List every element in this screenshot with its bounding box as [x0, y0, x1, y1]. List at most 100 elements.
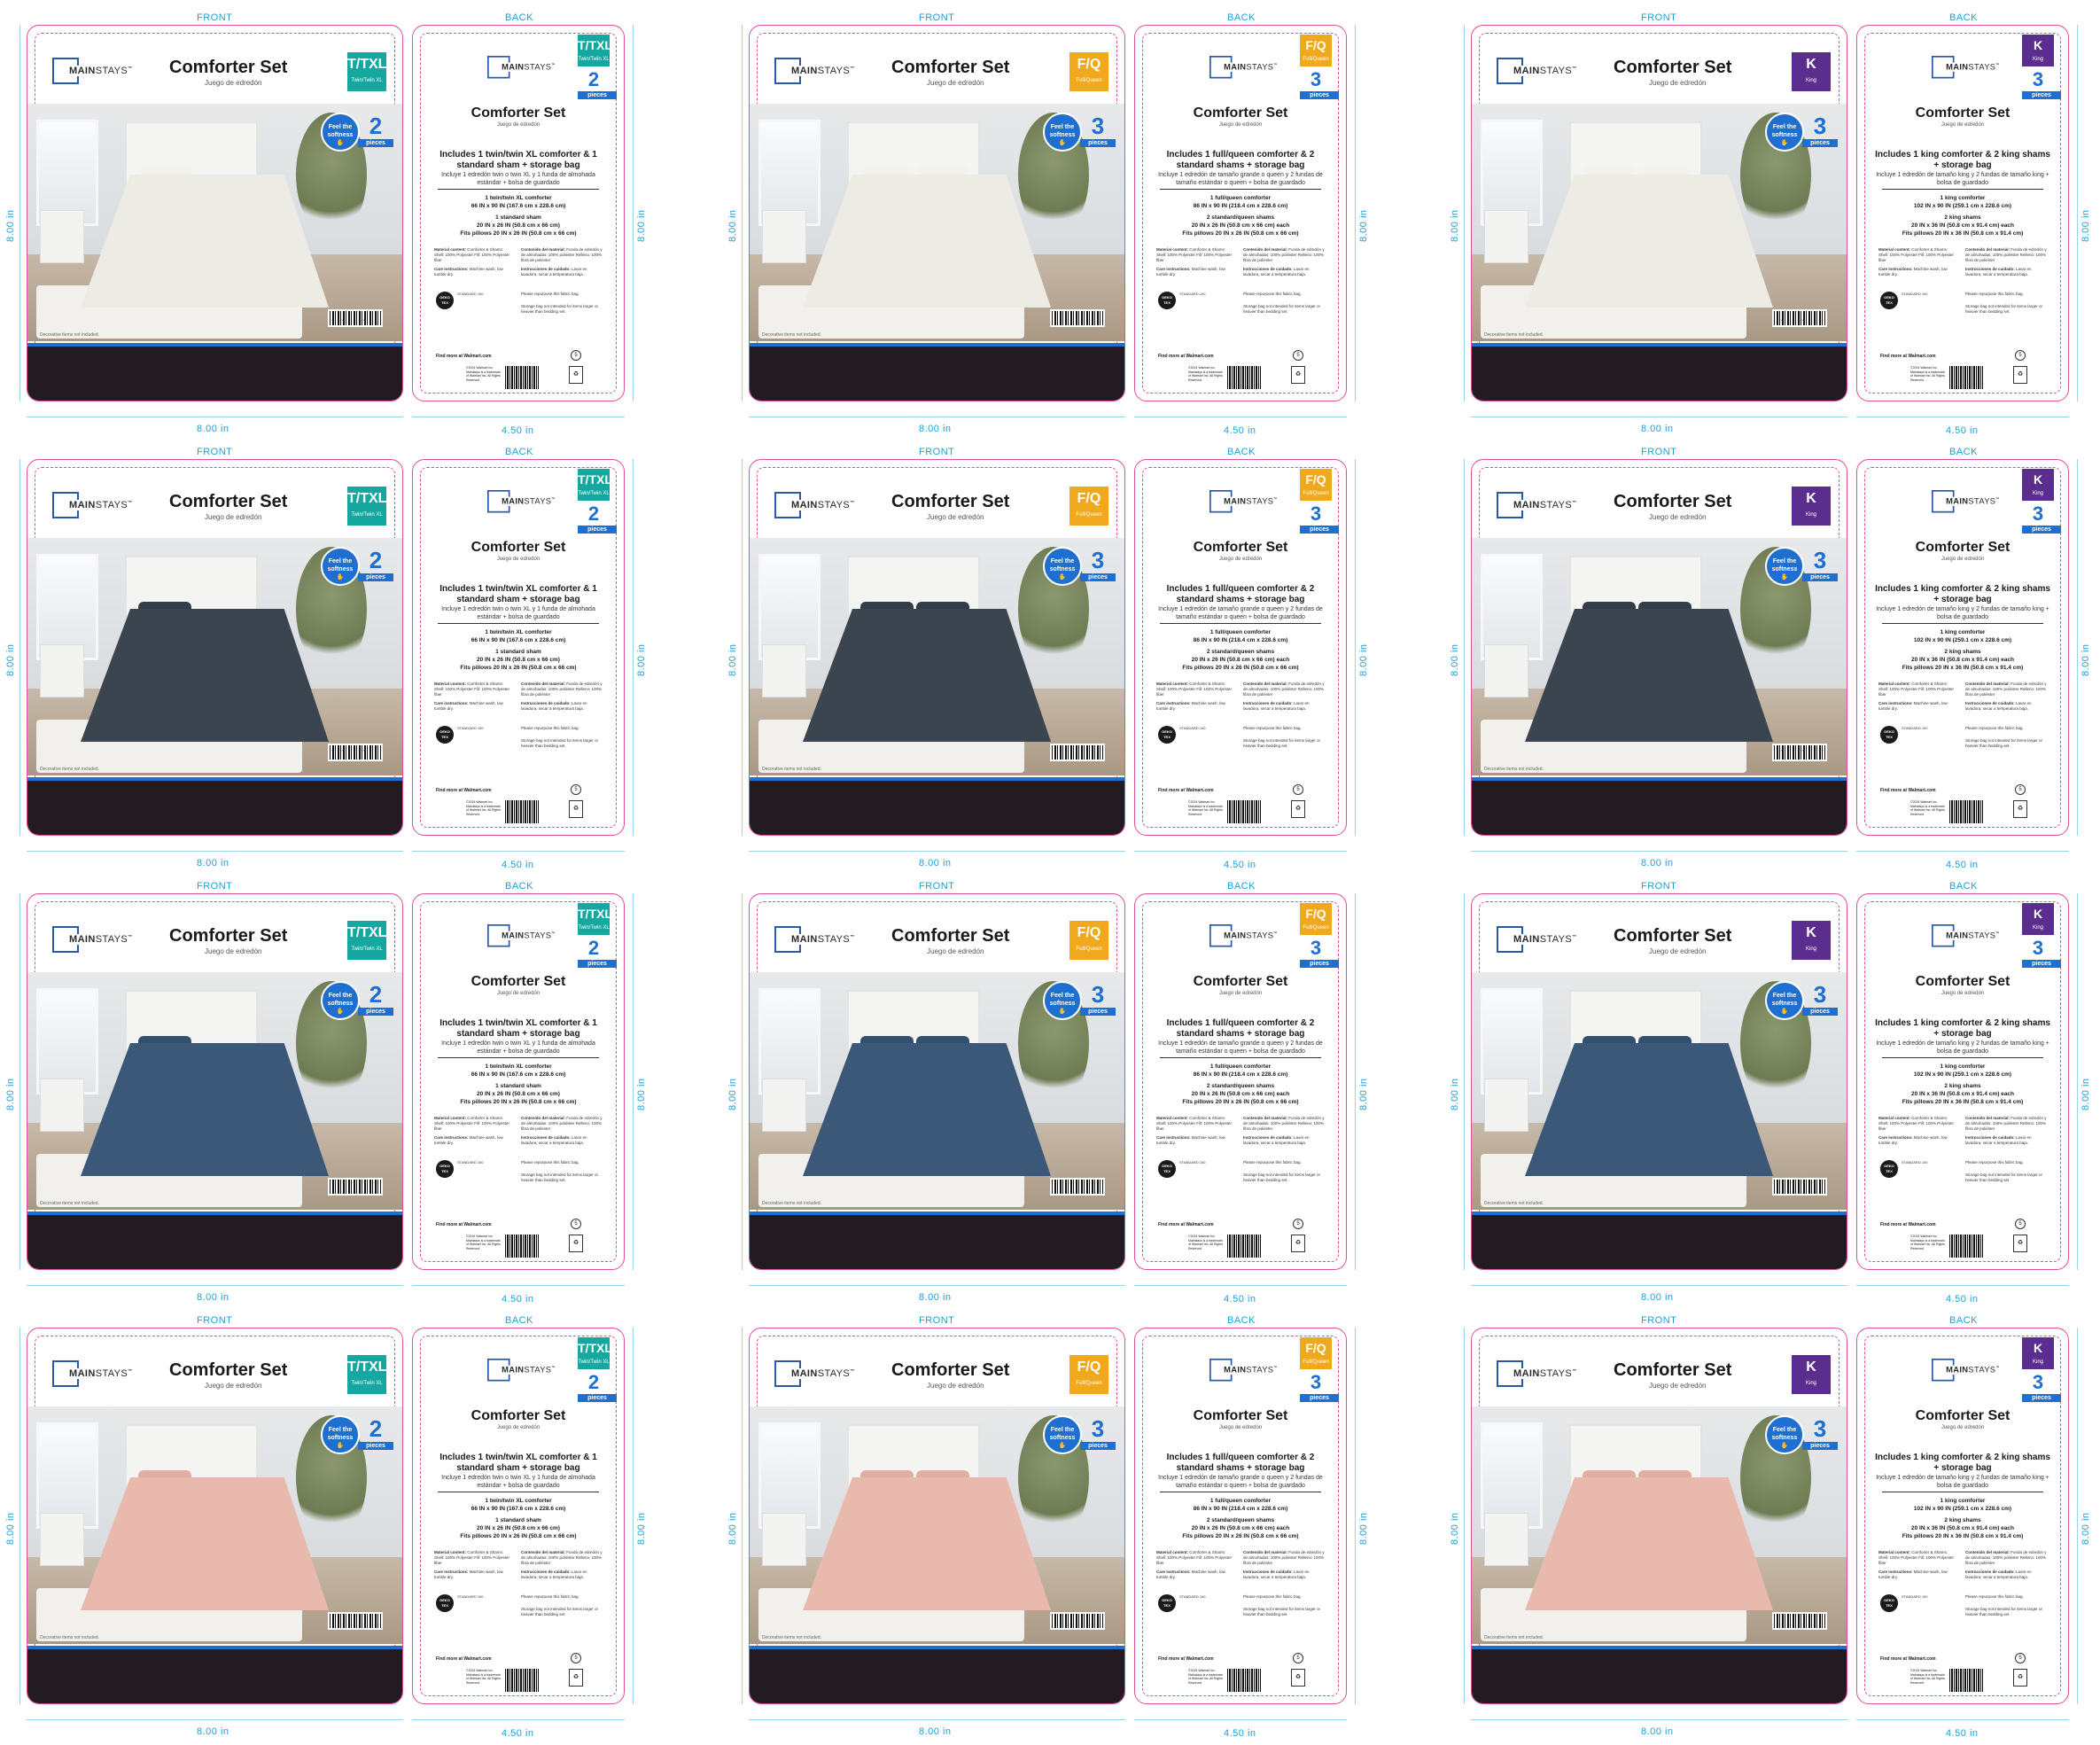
back-height-dimension: 8.00 in — [2081, 209, 2091, 242]
barcode — [1949, 366, 1983, 389]
back-subtitle: Juego de edredón — [496, 991, 541, 996]
pieces-count: 2 — [587, 68, 600, 90]
back-width-dimension: 4.50 in — [502, 425, 534, 436]
recycle-icon: ♻ — [1291, 800, 1305, 818]
front-width-dimension: 8.00 in — [197, 1292, 229, 1303]
front-width-dimension: 8.00 in — [1641, 1292, 1674, 1303]
bag-note: Please repurpose this fabric bag. — [1965, 292, 2024, 296]
pieces-label: pieces — [1080, 139, 1116, 147]
recycling-code-icon: 5 — [2015, 1219, 2026, 1229]
front-panel: MAINSTAYS™ Comforter Set Juego de edredó… — [27, 1328, 403, 1704]
barcode — [328, 744, 383, 761]
care-instructions-es: Instrucciones de cuidado: Lavar en lavad… — [1965, 267, 2032, 277]
bottom-band — [27, 1646, 402, 1703]
barcode — [328, 309, 383, 327]
oeko-standard: STANDARD 100 — [1902, 726, 1928, 730]
front-header: MAINSTAYS™ Comforter Set Juego de edredó… — [750, 460, 1124, 536]
front-header: MAINSTAYS™ Comforter Set Juego de edredó… — [27, 1328, 402, 1405]
oeko-tex-icon: OEKO TEX — [436, 292, 454, 309]
accent-strip — [750, 1211, 1124, 1215]
package-artwork: FRONT BACK MAINSTAYS™ Comforter Set Jueg… — [1444, 876, 2100, 1310]
size-badge: F/Q Full/Queen — [1300, 469, 1332, 501]
pieces-label: pieces — [578, 960, 617, 968]
front-height-line — [742, 25, 743, 401]
barcode — [1227, 1235, 1261, 1258]
bottom-band — [1472, 343, 1847, 401]
oeko-standard: STANDARD 100 — [1179, 1594, 1206, 1599]
material-content-es: Contenido del material: Funda de edredón… — [1243, 247, 1325, 262]
accent-strip — [750, 777, 1124, 781]
front-panel-label: FRONT — [919, 881, 955, 892]
pieces-label: pieces — [358, 573, 393, 581]
pieces-count: 3 — [2032, 1371, 2044, 1393]
includes-text: Includes 1 full/queen comforter & 2 stan… — [1166, 150, 1315, 170]
front-panel: MAINSTAYS™ Comforter Set Juego de edredó… — [749, 459, 1125, 836]
material-content-es: Contenido del material: Funda de edredón… — [1965, 682, 2047, 697]
pieces-label: pieces — [1300, 526, 1339, 534]
pieces-label: pieces — [2022, 526, 2061, 534]
back-panel: MAINSTAYS™ F/Q Full/Queen 3 pieces Comfo… — [1134, 459, 1347, 836]
includes-text: Includes 1 king comforter & 2 king shams… — [1875, 150, 2050, 170]
find-more-link: Find more at Walmart.com — [1880, 1222, 1936, 1227]
front-header: MAINSTAYS™ Comforter Set Juego de edredó… — [750, 894, 1124, 970]
pieces-label: pieces — [1300, 1394, 1339, 1402]
pieces-count: 3 — [1310, 68, 1322, 90]
oeko-standard: STANDARD 100 — [1902, 1160, 1928, 1165]
oeko-tex-icon: OEKO TEX — [1158, 1160, 1176, 1178]
oeko-standard: STANDARD 100 — [457, 1160, 484, 1165]
product-subtitle: Juego de edredón — [205, 513, 262, 521]
recycling-code-icon: 5 — [571, 784, 581, 795]
pieces-label: pieces — [358, 1442, 393, 1450]
back-panel-label: BACK — [1949, 881, 1978, 892]
hand-icon: ✋ — [1780, 1443, 1789, 1449]
dieline-sheet: FRONT BACK MAINSTAYS™ Comforter Set Jueg… — [0, 0, 2100, 1745]
find-more-link: Find more at Walmart.com — [436, 354, 492, 359]
divider — [1160, 623, 1321, 624]
back-height-line — [1355, 1328, 1356, 1704]
storage-note: Storage bag not intended for items large… — [1965, 1607, 2043, 1616]
back-height-dimension: 8.00 in — [2081, 1512, 2091, 1545]
back-title: Comforter Set — [1915, 105, 2011, 121]
pieces-count: 3 — [1091, 981, 1105, 1008]
front-height-line — [742, 459, 743, 836]
front-height-line — [1464, 459, 1465, 836]
comforter-spec: 1 king comforter 102 IN x 90 IN (259.1 cm… — [1913, 1063, 2012, 1078]
comforter-spec: 1 full/queen comforter 86 IN x 90 IN (218… — [1193, 1498, 1288, 1512]
back-panel-label: BACK — [1949, 447, 1978, 457]
front-panel-label: FRONT — [197, 12, 233, 23]
material-content-es: Contenido del material: Funda de edredón… — [521, 247, 603, 262]
back-panel-label: BACK — [1949, 12, 1978, 23]
includes-text-es: Incluye 1 edredón twin o twin XL y 1 fun… — [441, 1040, 595, 1055]
front-header: MAINSTAYS™ Comforter Set Juego de edredó… — [750, 1328, 1124, 1405]
back-width-dimension: 4.50 in — [1946, 1294, 1979, 1305]
sham-spec: 2 standard/queen shams 20 IN x 26 IN (50.… — [1182, 214, 1299, 237]
logo-wordmark: MAINSTAYS™ — [501, 496, 556, 506]
package-artwork: FRONT BACK MAINSTAYS™ Comforter Set Jueg… — [722, 7, 1396, 441]
front-width-line — [1471, 1285, 1847, 1286]
bottom-band — [27, 777, 402, 835]
legal-text: ©2024 Walmart Inc. Mainstays is a tradem… — [1188, 1669, 1223, 1685]
mainstays-logo: MAINSTAYS™ — [1209, 56, 1279, 79]
feel-softness-badge: Feel the softness ✋ — [1043, 1415, 1082, 1454]
size-badge: F/Q Full/Queen — [1300, 903, 1332, 935]
product-photo: Feel the softness ✋ 3 pieces Decorative it… — [1472, 104, 1847, 341]
front-width-line — [749, 1719, 1125, 1720]
feel-softness-badge: Feel the softness ✋ — [1765, 113, 1804, 152]
product-photo: Feel the softness ✋ 2 pieces Decorative it… — [27, 1406, 402, 1644]
care-instructions: Care instructions: Machine wash, low tum… — [1878, 701, 1948, 711]
barcode — [1949, 800, 1983, 823]
mainstays-logo: MAINSTAYS™ — [1497, 926, 1578, 953]
barcode — [1050, 309, 1105, 327]
recycling-code-icon: 5 — [571, 1219, 581, 1229]
back-panel-label: BACK — [1227, 12, 1256, 23]
back-width-dimension: 4.50 in — [502, 1728, 534, 1739]
barcode — [1949, 1669, 1983, 1692]
mainstays-logo: MAINSTAYS™ — [487, 924, 556, 947]
find-more-link: Find more at Walmart.com — [1158, 354, 1214, 359]
back-panel-label: BACK — [1227, 447, 1256, 457]
front-height-dimension: 8.00 in — [5, 643, 16, 676]
oeko-standard: STANDARD 100 — [1902, 292, 1928, 296]
bag-note: Please repurpose this fabric bag. — [1965, 1594, 2024, 1599]
product-title: Comforter Set — [891, 492, 1010, 511]
front-height-dimension: 8.00 in — [5, 1512, 16, 1545]
